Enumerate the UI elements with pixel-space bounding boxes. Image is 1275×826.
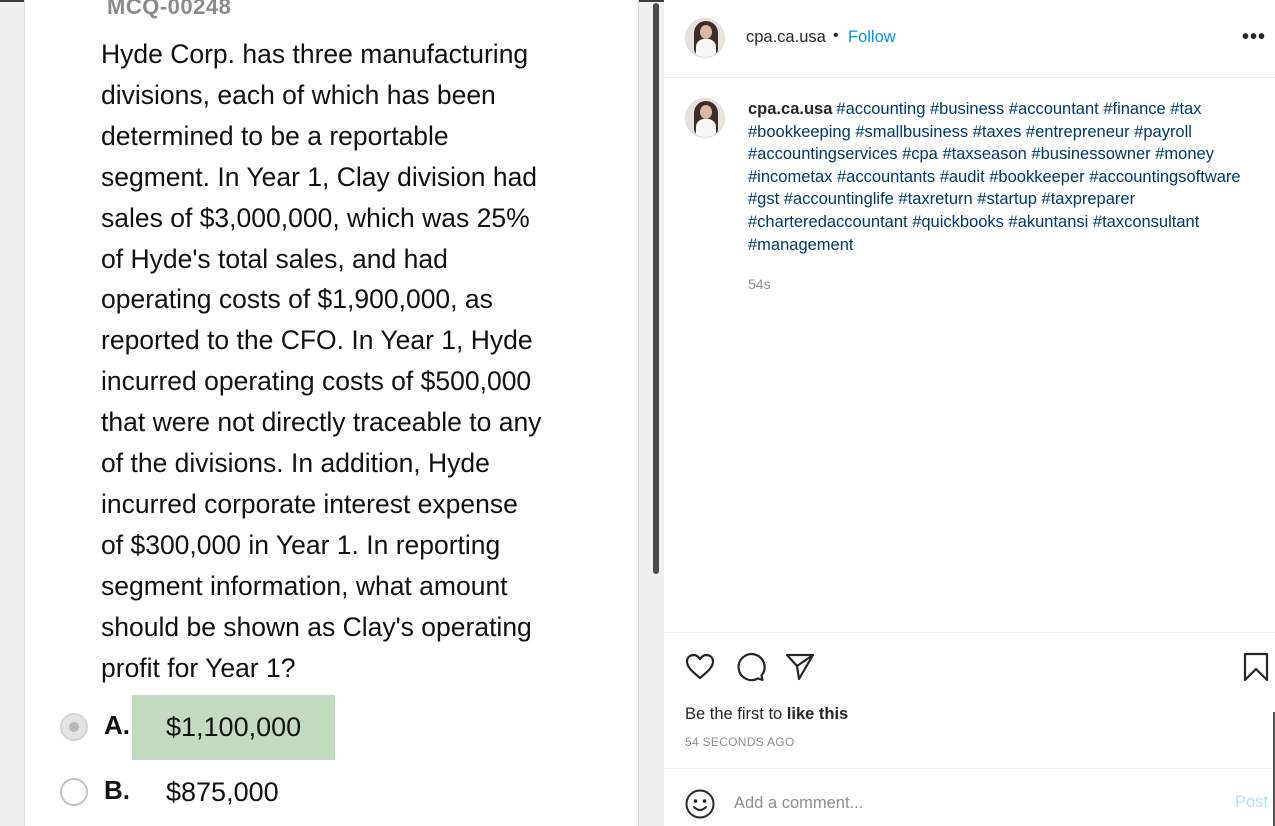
caption-username-link[interactable]: cpa.ca.usa: [748, 100, 832, 118]
comment-bubble-icon[interactable]: [734, 651, 766, 683]
post-timestamp[interactable]: 54 SECONDS AGO: [685, 735, 795, 749]
question-line: should be shown as Clay's operating: [101, 611, 532, 642]
heart-icon[interactable]: [684, 651, 716, 683]
question-line: divisions, each of which has been: [101, 79, 496, 110]
question-id: MCQ-00248: [107, 0, 232, 19]
question-text: Hyde Corp. has three manufacturing divis…: [101, 34, 571, 689]
post-header: cpa.ca.usa • Follow •••: [664, 0, 1275, 78]
action-section: Be the first to like this 54 SECONDS AGO: [664, 632, 1275, 768]
option-a: A. $1,100,000: [60, 695, 620, 760]
post-comment-button[interactable]: Post: [1235, 793, 1268, 812]
avatar-body: [696, 119, 716, 137]
question-line: reported to the CFO. In Year 1, Hyde: [101, 325, 533, 356]
question-line: segment information, what amount: [101, 570, 508, 601]
media-scrollbar[interactable]: [653, 3, 659, 574]
post-caption: cpa.ca.usa #accounting #business #account…: [748, 98, 1248, 256]
caption-hashtags[interactable]: #accounting #business #accountant #finan…: [748, 100, 1241, 254]
like-this-link[interactable]: like this: [787, 705, 848, 723]
post-media: MCQ-00248 Hyde Corp. has three manufactu…: [0, 0, 664, 826]
caption-timestamp[interactable]: 54s: [748, 276, 771, 292]
question-line: profit for Year 1?: [101, 652, 296, 683]
question-line: incurred corporate interest expense: [101, 488, 518, 519]
avatar[interactable]: [685, 18, 725, 58]
question-line: segment. In Year 1, Clay division had: [101, 161, 538, 192]
more-options-icon[interactable]: •••: [1242, 26, 1266, 49]
question-line: incurred operating costs of $500,000: [101, 366, 532, 397]
option-b-radio: [60, 778, 88, 806]
option-b: B. $875,000: [60, 760, 620, 825]
question-line: Hyde Corp. has three manufacturing: [101, 39, 529, 69]
follow-button[interactable]: Follow: [848, 28, 896, 47]
comment-bar: Post: [664, 768, 1275, 826]
likes-prefix: Be the first to: [685, 705, 787, 723]
emoji-icon[interactable]: [684, 788, 716, 820]
question-line: operating costs of $1,900,000, as: [101, 284, 493, 315]
avatar-body: [696, 39, 716, 57]
post-panel: cpa.ca.usa • Follow ••• cpa.ca.usa #accou…: [664, 0, 1275, 826]
bookmark-icon[interactable]: [1240, 651, 1272, 683]
option-a-letter: A.: [104, 710, 130, 740]
username-link[interactable]: cpa.ca.usa: [746, 28, 826, 47]
paper-plane-icon[interactable]: [784, 651, 816, 683]
question-line: determined to be a reportable: [101, 120, 449, 151]
question-line: sales of $3,000,000, which was 25%: [101, 202, 530, 233]
option-b-value: $875,000: [166, 777, 279, 807]
option-a-radio: [60, 713, 88, 741]
avatar-face: [700, 25, 712, 39]
avatar-face: [700, 105, 712, 119]
question-card: MCQ-00248 Hyde Corp. has three manufactu…: [24, 0, 639, 826]
comment-input[interactable]: [734, 789, 1214, 817]
option-b-letter: B.: [104, 775, 130, 805]
separator-dot: •: [833, 27, 839, 44]
question-line: of the divisions. In addition, Hyde: [101, 448, 490, 479]
question-line: that were not directly traceable to any: [101, 407, 542, 438]
question-line: of $300,000 in Year 1. In reporting: [101, 529, 501, 560]
option-a-value: $1,100,000: [132, 695, 336, 760]
question-line: of Hyde's total sales, and had: [101, 243, 448, 274]
likes-summary: Be the first to like this: [685, 705, 848, 724]
caption-avatar[interactable]: [685, 98, 725, 138]
